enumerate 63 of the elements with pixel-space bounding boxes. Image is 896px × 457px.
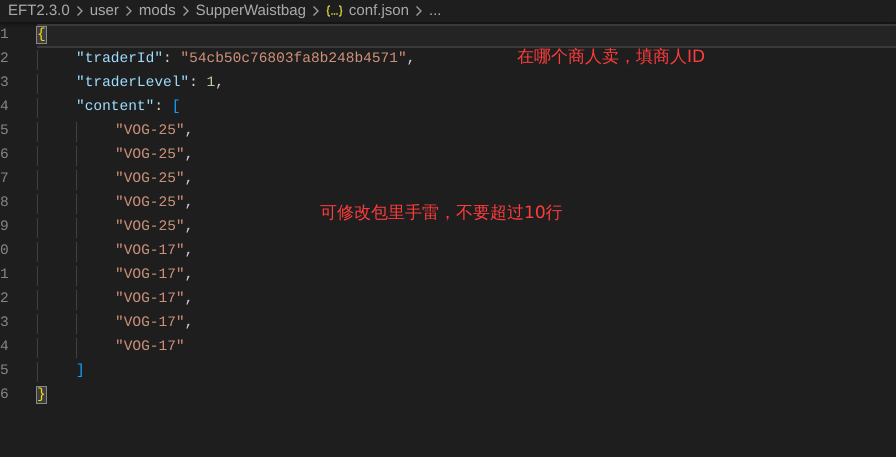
bracket: } [37, 387, 46, 404]
string-value: "VOG-17" [115, 291, 185, 308]
breadcrumb-item[interactable]: user [90, 0, 119, 22]
punctuation: , [184, 219, 194, 236]
punctuation: , [184, 123, 194, 140]
json-key: "traderId" [76, 51, 164, 68]
punctuation: , [406, 51, 416, 68]
braces-icon [326, 5, 343, 17]
line-number: 7 [0, 170, 10, 190]
line-number: 3 [0, 74, 10, 94]
string-value: "VOG-17" [115, 267, 185, 284]
bracket: [ [172, 99, 180, 116]
string-value: "VOG-17" [115, 315, 185, 332]
punctuation: : [154, 99, 164, 116]
punctuation: , [184, 291, 194, 308]
string-value: "VOG-17" [115, 339, 185, 356]
line-number: 4 [0, 98, 10, 118]
breadcrumb-item[interactable]: EFT2.3.0 [8, 0, 70, 22]
json-key: "content" [76, 99, 154, 116]
line-number: 6 [0, 146, 10, 166]
bracket: { [37, 27, 46, 44]
punctuation: , [215, 75, 224, 92]
line-number: 9 [0, 218, 10, 238]
annotation-text: 在哪个商人卖，填商人ID [517, 46, 706, 69]
chevron-right-icon [124, 5, 133, 17]
breadcrumb-item[interactable]: ... [428, 0, 442, 22]
punctuation: : [163, 51, 173, 68]
line-number: 1 [0, 26, 10, 46]
breadcrumb-item[interactable]: conf.json [348, 0, 409, 22]
line-number: 0 [0, 242, 10, 262]
string-value: "VOG-25" [115, 171, 185, 188]
string-value: "VOG-25" [115, 147, 185, 164]
punctuation: : [189, 75, 199, 92]
string-value: "VOG-25" [115, 123, 185, 140]
bracket: ] [76, 363, 85, 380]
json-key: "traderLevel" [76, 75, 190, 92]
line-number: 5 [0, 122, 10, 142]
line-number: 5 [0, 362, 10, 382]
string-value: "VOG-25" [115, 219, 185, 236]
line-number: 1 [0, 266, 10, 286]
number-value: 1 [206, 75, 216, 92]
line-number: 3 [0, 314, 10, 334]
breadcrumb-item[interactable]: mods [138, 0, 176, 22]
chevron-right-icon [76, 5, 84, 17]
chevron-right-icon [414, 5, 423, 17]
punctuation: , [184, 171, 194, 188]
line-number: 6 [0, 386, 10, 406]
punctuation: , [184, 243, 194, 260]
string-value: "VOG-25" [115, 195, 185, 212]
string-value: "VOG-17" [115, 243, 185, 260]
chevron-right-icon [312, 5, 320, 17]
line-number: 4 [0, 338, 10, 358]
line-number: 2 [0, 50, 10, 70]
string-value: "54cb50c76803fa8b248b4571" [180, 51, 407, 68]
chevron-right-icon [182, 5, 190, 17]
breadcrumb-item[interactable]: SupperWaistbag [196, 0, 306, 22]
line-number: 2 [0, 290, 10, 310]
punctuation: , [184, 315, 194, 332]
punctuation: , [184, 147, 194, 164]
annotation-text: 可修改包里手雷，不要超过10行 [320, 202, 563, 225]
line-number: 8 [0, 194, 10, 214]
punctuation: , [184, 195, 194, 212]
punctuation: , [184, 267, 194, 284]
